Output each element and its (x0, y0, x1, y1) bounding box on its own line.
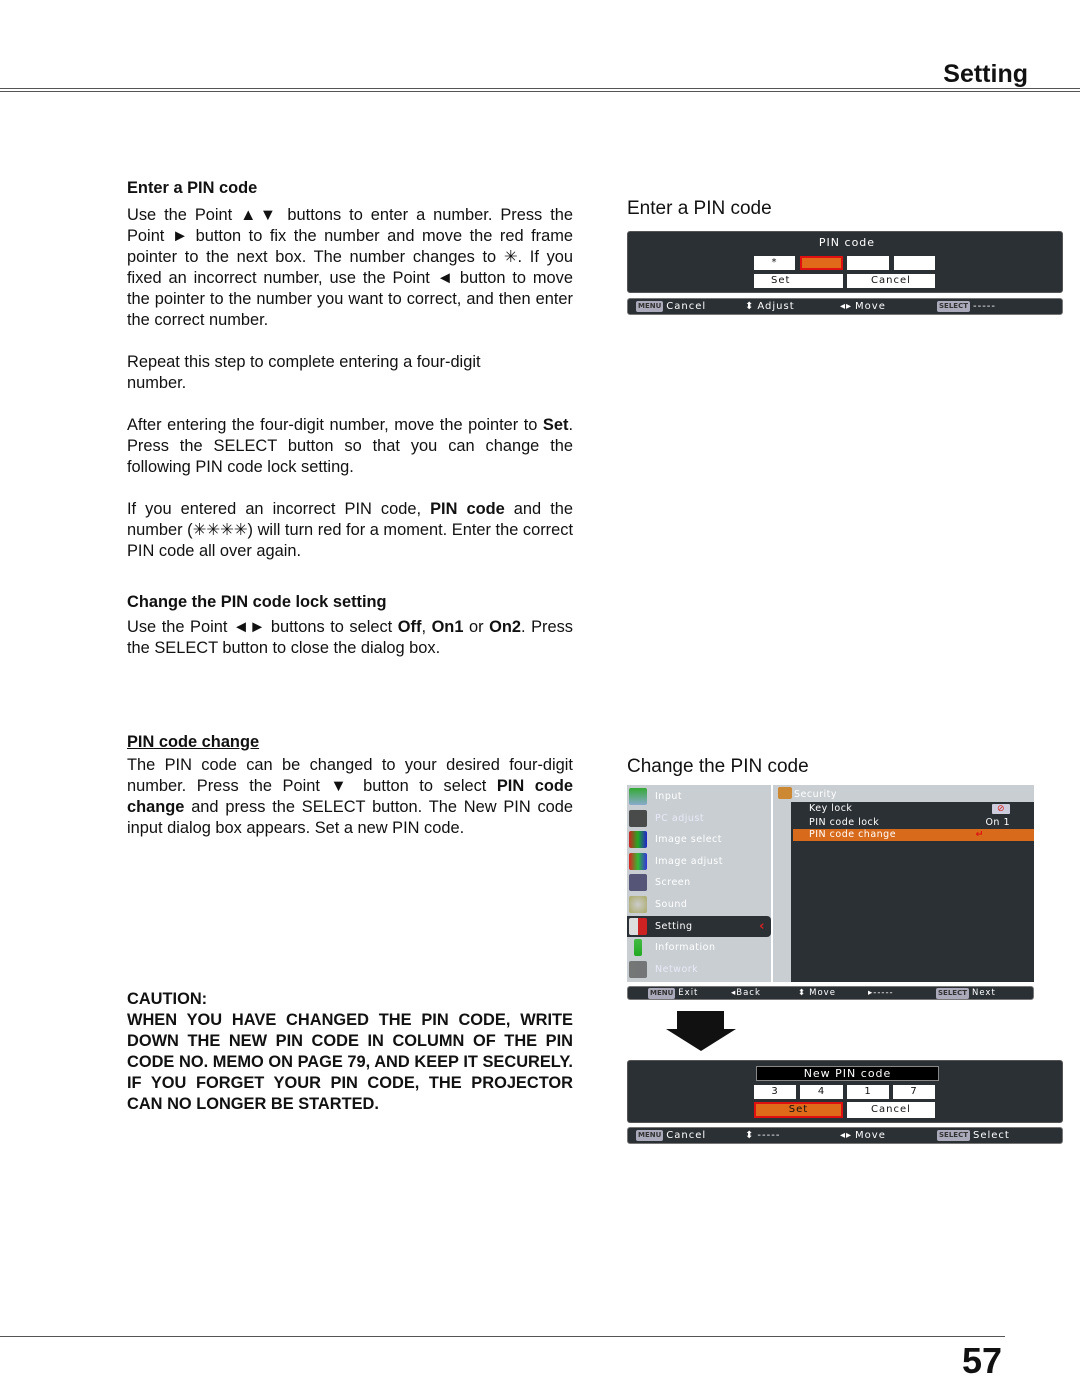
change-lock-heading: Change the PIN code lock setting (127, 593, 387, 611)
menu-key-icon: MENU (636, 1130, 664, 1141)
enter-pin-paragraph-4: If you entered an incorrect PIN code, PI… (127, 500, 573, 560)
new-pin-digit-3[interactable]: 1 (847, 1085, 889, 1099)
caution-text: WHEN YOU HAVE CHANGED THE PIN CODE, WRIT… (127, 1011, 573, 1113)
select-key-icon: SELECT (936, 987, 969, 999)
guide-updown-action: ----- (757, 1130, 781, 1141)
pin-change-paragraph: The PIN code can be changed to your desi… (127, 756, 573, 837)
new-pin-digit-4[interactable]: 7 (893, 1085, 935, 1099)
enter-pin-paragraph-2: Repeat this step to complete entering a … (127, 353, 481, 392)
information-icon (634, 939, 642, 956)
guide-right-action: ▸----- (868, 988, 894, 998)
menu-item-information[interactable]: Information (627, 937, 771, 958)
guide-updown-action: Move (809, 988, 836, 998)
sub-item-pin-code-lock[interactable]: PIN code lock On 1 (791, 817, 1034, 829)
pin-digit-1[interactable]: * (754, 256, 795, 270)
guide-back-action: ◂Back (731, 988, 761, 998)
pin-digit-2[interactable] (800, 256, 843, 270)
sub-item-pin-code-change[interactable]: PIN code change ↵ (793, 829, 1034, 841)
up-down-icon: ⬍ (745, 301, 755, 312)
guide-updown-action: Adjust (757, 301, 795, 312)
fig1-title: Enter a PIN code (627, 198, 772, 219)
left-right-icon: ◂▸ (840, 301, 853, 312)
cancel-button[interactable]: Cancel (847, 274, 935, 288)
guide-leftright-action: Move (855, 301, 886, 312)
menu-item-pc-adjust[interactable]: PC adjust (627, 808, 771, 829)
image-adjust-icon (629, 853, 647, 870)
screen-icon (629, 874, 647, 891)
menu-item-setting[interactable]: Setting ‹ (627, 916, 771, 937)
change-lock-section: Change the PIN code lock setting Use the… (127, 592, 573, 659)
pin-dialog-title: PIN code (818, 236, 876, 249)
set-button[interactable]: Set (754, 274, 843, 288)
pc-adjust-icon (629, 810, 647, 827)
enter-icon: ↵ (975, 829, 984, 840)
enter-pin-heading: Enter a PIN code (127, 179, 258, 197)
sub-item-key-lock[interactable]: Key lock ⊘ (791, 803, 1034, 815)
pin-change-section: PIN code change The PIN code can be chan… (127, 732, 573, 839)
select-key-icon: SELECT (937, 1130, 970, 1141)
active-arrow-icon: ‹ (759, 919, 765, 934)
header-rule-2 (0, 91, 1080, 92)
menu-item-network[interactable]: Network (627, 959, 771, 980)
guide-select-action: ----- (972, 301, 997, 312)
page-number: 57 (961, 1340, 1002, 1381)
enter-pin-section: Enter a PIN code Use the Point ▲▼ button… (127, 178, 573, 562)
guide-menu-action: Cancel (666, 301, 707, 312)
security-lock-icon (778, 787, 792, 799)
guide-menu-action: Exit (678, 988, 699, 998)
image-select-icon (629, 831, 647, 848)
sound-icon (629, 896, 647, 913)
menu-item-input[interactable]: Input (627, 786, 771, 807)
pin-digit-4[interactable] (894, 256, 935, 270)
down-arrow-icon (666, 1011, 736, 1051)
new-pin-digit-1[interactable]: 3 (754, 1085, 796, 1099)
header-rule (0, 88, 1080, 89)
guide-menu-action: Cancel (666, 1130, 707, 1141)
left-right-icon: ◂▸ (840, 1130, 853, 1141)
up-down-icon: ⬍ (798, 988, 807, 998)
caution-section: CAUTION: WHEN YOU HAVE CHANGED THE PIN C… (127, 989, 573, 1115)
menu-key-icon: MENU (648, 987, 676, 999)
guide-leftright-action: Move (855, 1130, 886, 1141)
caution-heading: CAUTION: (127, 990, 208, 1008)
input-icon (629, 788, 647, 805)
menu-item-screen[interactable]: Screen (627, 872, 771, 893)
new-pin-set-button[interactable]: Set (754, 1102, 843, 1118)
network-icon (629, 961, 647, 978)
main-menu: Input PC adjust Image select Image adjus… (627, 785, 771, 982)
new-pin-cancel-button[interactable]: Cancel (847, 1102, 935, 1118)
enter-pin-paragraph-3: After entering the four-digit number, mo… (127, 416, 573, 476)
menu-item-image-select[interactable]: Image select (627, 829, 771, 850)
up-down-icon: ⬍ (745, 1130, 755, 1141)
guide-select-action: Next (971, 988, 996, 998)
security-submenu: Key lock ⊘ PIN code lock On 1 PIN code cha… (791, 802, 1034, 982)
menu-key-icon: MENU (636, 301, 664, 312)
fig2-title: Change the PIN code (627, 756, 809, 777)
setting-icon (629, 918, 647, 935)
section-title: Setting (943, 60, 1028, 88)
menu-item-image-adjust[interactable]: Image adjust (627, 851, 771, 872)
pin-change-heading: PIN code change (127, 733, 260, 751)
key-lock-icon: ⊘ (992, 804, 1010, 814)
change-lock-paragraph: Use the Point ◄► buttons to select Off, … (127, 618, 573, 657)
menu-item-sound[interactable]: Sound (627, 894, 771, 915)
footer-rule (0, 1336, 1005, 1337)
fig1-guide-bar: MENU Cancel ⬍ Adjust ◂▸ Move SELECT ----- (627, 298, 1063, 315)
guide-select-action: Select (972, 1130, 1010, 1141)
fig2-guide-bar: MENU Exit ◂Back ⬍ Move ▸----- SELECT Next (627, 986, 1034, 1000)
submenu-title: Security (794, 789, 838, 800)
select-key-icon: SELECT (937, 301, 970, 312)
new-pin-dialog-title: New PIN code (756, 1066, 939, 1081)
fig3-guide-bar: MENU Cancel ⬍ ----- ◂▸ Move SELECT Select (627, 1127, 1063, 1144)
pin-digit-3[interactable] (847, 256, 889, 270)
enter-pin-paragraph-1: Use the Point ▲▼ buttons to enter a numb… (127, 206, 573, 329)
new-pin-digit-2[interactable]: 4 (800, 1085, 843, 1099)
